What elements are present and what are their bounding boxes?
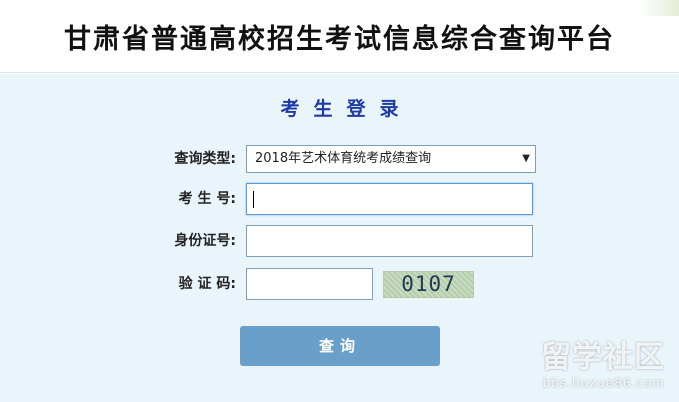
id-number-row: 身份证号: <box>0 225 679 257</box>
header-corner-decoration <box>639 0 679 16</box>
site-header: 甘肃省普通高校招生考试信息综合查询平台 <box>0 0 679 73</box>
watermark-text: 留学社区 <box>541 340 665 375</box>
captcha-label: 验 证 码: <box>178 276 236 292</box>
exam-number-row: 考 生 号: <box>0 183 679 215</box>
login-panel: 考生登录 查询类型: 2018年艺术体育统考成绩查询 ▼ 考 生 号: 身份证号… <box>0 74 679 402</box>
query-submit-button[interactable]: 查询 <box>240 326 440 366</box>
captcha-row: 验 证 码: 0107 <box>0 268 679 300</box>
login-title: 考生登录 <box>280 98 413 120</box>
exam-number-input[interactable] <box>246 183 533 215</box>
watermark-url: bbs.liuxue86.com <box>542 376 665 390</box>
site-title: 甘肃省普通高校招生考试信息综合查询平台 <box>64 23 615 55</box>
query-type-label: 查询类型: <box>174 151 236 167</box>
text-caret <box>253 191 254 208</box>
watermark: 留学社区 bbs.liuxue86.com <box>541 332 665 390</box>
captcha-image[interactable]: 0107 <box>383 271 474 298</box>
query-type-select[interactable]: 2018年艺术体育统考成绩查询 ▼ <box>246 145 536 173</box>
triangle-down-icon: ▼ <box>522 153 530 164</box>
query-type-row: 查询类型: 2018年艺术体育统考成绩查询 ▼ <box>0 143 679 175</box>
exam-number-label: 考 生 号: <box>178 191 236 207</box>
id-number-input[interactable] <box>246 225 533 257</box>
id-number-label: 身份证号: <box>174 233 236 249</box>
captcha-input[interactable] <box>246 268 373 300</box>
query-type-selected-value: 2018年艺术体育统考成绩查询 <box>255 151 432 166</box>
